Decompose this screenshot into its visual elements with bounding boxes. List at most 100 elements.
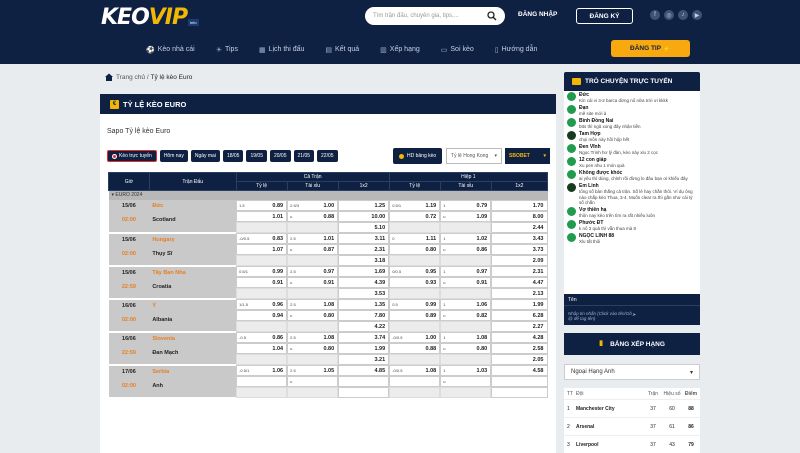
h1-handicap-home[interactable]: 0 1.11 — [389, 232, 441, 244]
h1-under[interactable]: u 1.09 — [440, 210, 492, 222]
h1-1x2-draw[interactable]: 2.13 — [491, 287, 548, 299]
h1-under[interactable]: u — [440, 375, 492, 387]
home-team[interactable]: Hungary — [152, 237, 236, 243]
chat-input[interactable]: Nhập tin nhắn (Click vào tên/Gõ @ để tag… — [564, 305, 700, 325]
instagram-icon[interactable]: ◎ — [664, 10, 674, 20]
h1-over[interactable]: 1 0.97 — [440, 265, 492, 277]
h1-over[interactable]: 1 1.06 — [440, 298, 492, 310]
post-tip-button[interactable]: ĐĂNG TIP ⚡ — [611, 40, 690, 57]
ft-handicap-away[interactable]: 0.91 — [236, 276, 288, 288]
h1-1x2-draw[interactable]: 2.44 — [491, 221, 548, 233]
h1-handicap-away[interactable]: 0.93 — [389, 276, 441, 288]
ft-over[interactable]: 2.5/3 1.00 — [287, 199, 339, 211]
ft-1x2-away[interactable]: 7.80 — [338, 309, 390, 321]
h1-handicap-home[interactable]: 0/0.5 0.95 — [389, 265, 441, 277]
ft-over[interactable]: 2.5 1.08 — [287, 331, 339, 343]
home-team[interactable]: Tây Ban Nha — [152, 270, 236, 276]
ft-1x2-draw[interactable]: 4.22 — [338, 320, 390, 332]
h1-handicap-away[interactable]: 0.88 — [389, 342, 441, 354]
filter-today[interactable]: Hôm nay — [159, 150, 188, 162]
filter-date[interactable]: 20/05 — [269, 150, 291, 162]
away-team[interactable]: Scotland — [152, 217, 236, 223]
chat-messages[interactable]: Đức Kin cái vi 3-2 barca dừng nổ nữa trời… — [564, 91, 700, 294]
ranking-row[interactable]: 1 Manchester City 37 60 88 — [564, 400, 700, 418]
filter-tomorrow[interactable]: Ngày mai — [190, 150, 220, 162]
h1-over[interactable]: 1 1.02 — [440, 232, 492, 244]
h1-handicap-home[interactable]: 0.5/1 1.19 — [389, 199, 441, 211]
youtube-icon[interactable]: ▶ — [692, 10, 702, 20]
match-row[interactable]: 16/06 22:59 Slovenia Đan Mạch -0.5 0.86 2.5 1.0… — [108, 331, 548, 366]
h1-handicap-away[interactable] — [389, 375, 441, 387]
ft-1x2-home[interactable]: 3.74 — [338, 331, 390, 343]
login-button[interactable]: ĐĂNG NHẬP — [518, 11, 557, 18]
home-team[interactable]: Serbia — [152, 369, 236, 375]
league-row[interactable]: ▾ EURO 2024 — [108, 190, 548, 200]
filter-date[interactable]: 22/05 — [317, 150, 338, 162]
ft-1x2-away[interactable] — [338, 375, 390, 387]
hd-table-button[interactable]: HD bảng kèo — [393, 148, 443, 164]
ft-handicap-home[interactable]: -0/0.5 0.83 — [236, 232, 288, 244]
ft-under[interactable]: u 0.80 — [287, 342, 339, 354]
h1-over[interactable]: 1 0.79 — [440, 199, 492, 211]
ranking-row[interactable]: 3 Liverpool 37 43 79 — [564, 436, 700, 453]
ft-handicap-away[interactable]: 1.07 — [236, 243, 288, 255]
ft-1x2-home[interactable]: 1.69 — [338, 265, 390, 277]
h1-handicap-away[interactable]: 0.89 — [389, 309, 441, 321]
ft-1x2-draw[interactable]: 3.53 — [338, 287, 390, 299]
h1-handicap-home[interactable]: 0.5 0.99 — [389, 298, 441, 310]
h1-under[interactable]: u 0.82 — [440, 309, 492, 321]
ft-1x2-home[interactable]: 1.25 — [338, 199, 390, 211]
ft-handicap-home[interactable]: 1.5 0.89 — [236, 199, 288, 211]
ft-1x2-away[interactable]: 1.99 — [338, 342, 390, 354]
ft-handicap-away[interactable]: 1.04 — [236, 342, 288, 354]
nav-item-soi-keo[interactable]: ▭ Soi kèo — [441, 46, 474, 54]
ft-under[interactable]: u 0.80 — [287, 309, 339, 321]
away-team[interactable]: Anh — [152, 383, 236, 389]
match-row[interactable]: 17/06 02:00 Serbia Anh -0.5/1 1.06 2.5 1.05 4.85… — [108, 364, 548, 399]
search-input[interactable]: Tìm trận đấu, chuyên gia, tips,... — [365, 7, 505, 25]
filter-date[interactable]: 18/05 — [222, 150, 244, 162]
h1-handicap-home[interactable]: -0/0.5 1.08 — [389, 364, 441, 376]
facebook-icon[interactable]: f — [650, 10, 660, 20]
h1-under[interactable]: u 0.91 — [440, 276, 492, 288]
away-team[interactable]: Albania — [152, 317, 236, 323]
h1-over[interactable]: 1 1.08 — [440, 331, 492, 343]
ft-under[interactable]: u 0.91 — [287, 276, 339, 288]
site-logo[interactable]: KEOVIP info — [101, 5, 199, 30]
h1-1x2-draw[interactable]: 2.27 — [491, 320, 548, 332]
nav-item-ket-qua[interactable]: ▤ Kết quả — [325, 46, 359, 54]
match-row[interactable]: 16/06 02:00 Ý Albania 1/1.5 0.96 2.5 1.08 1.35 0.… — [108, 298, 548, 333]
h1-1x2-away[interactable]: 6.28 — [491, 309, 548, 321]
ft-1x2-away[interactable]: 10.00 — [338, 210, 390, 222]
ft-1x2-away[interactable]: 2.31 — [338, 243, 390, 255]
match-row[interactable]: 15/06 22:59 Tây Ban Nha Croatia 0.5/1 0.99 2.5… — [108, 265, 548, 300]
filter-live[interactable]: Kèo trực tuyến — [107, 150, 157, 162]
ft-handicap-home[interactable]: 0.5/1 0.99 — [236, 265, 288, 277]
h1-over[interactable]: 1 1.03 — [440, 364, 492, 376]
ft-1x2-draw[interactable] — [338, 386, 390, 398]
ft-over[interactable]: 2.5 1.05 — [287, 364, 339, 376]
ft-over[interactable]: 2.5 0.97 — [287, 265, 339, 277]
nav-item-lich-thi-dau[interactable]: ▦ Lịch thi đấu — [259, 46, 304, 54]
h1-1x2-away[interactable]: 3.73 — [491, 243, 548, 255]
ft-handicap-home[interactable]: -0.5/1 1.06 — [236, 364, 288, 376]
ft-over[interactable]: 2.5 1.01 — [287, 232, 339, 244]
h1-handicap-away[interactable]: 0.72 — [389, 210, 441, 222]
ft-under[interactable]: u 0.88 — [287, 210, 339, 222]
send-icon[interactable]: ➤ — [632, 312, 696, 320]
ft-handicap-home[interactable]: -0.5 0.86 — [236, 331, 288, 343]
h1-1x2-draw[interactable]: 2.05 — [491, 353, 548, 365]
league-select[interactable]: Ngoại Hạng Anh ▾ — [564, 364, 700, 380]
h1-1x2-home[interactable]: 4.58 — [491, 364, 548, 376]
search-icon[interactable] — [487, 11, 497, 21]
h1-1x2-away[interactable]: 4.47 — [491, 276, 548, 288]
bookmaker-select[interactable]: SBOBET ▾ — [505, 148, 550, 164]
ft-handicap-away[interactable]: 0.94 — [236, 309, 288, 321]
match-row[interactable]: 15/06 02:00 Đức Scotland 1.5 0.89 2.5/3 1.00 1.2… — [108, 199, 548, 234]
ft-handicap-home[interactable]: 1/1.5 0.96 — [236, 298, 288, 310]
filter-date[interactable]: 19/05 — [246, 150, 267, 162]
h1-1x2-home[interactable]: 2.31 — [491, 265, 548, 277]
filter-date[interactable]: 21/05 — [293, 150, 315, 162]
h1-1x2-draw[interactable]: 2.09 — [491, 254, 548, 266]
home-team[interactable]: Ý — [152, 303, 236, 309]
